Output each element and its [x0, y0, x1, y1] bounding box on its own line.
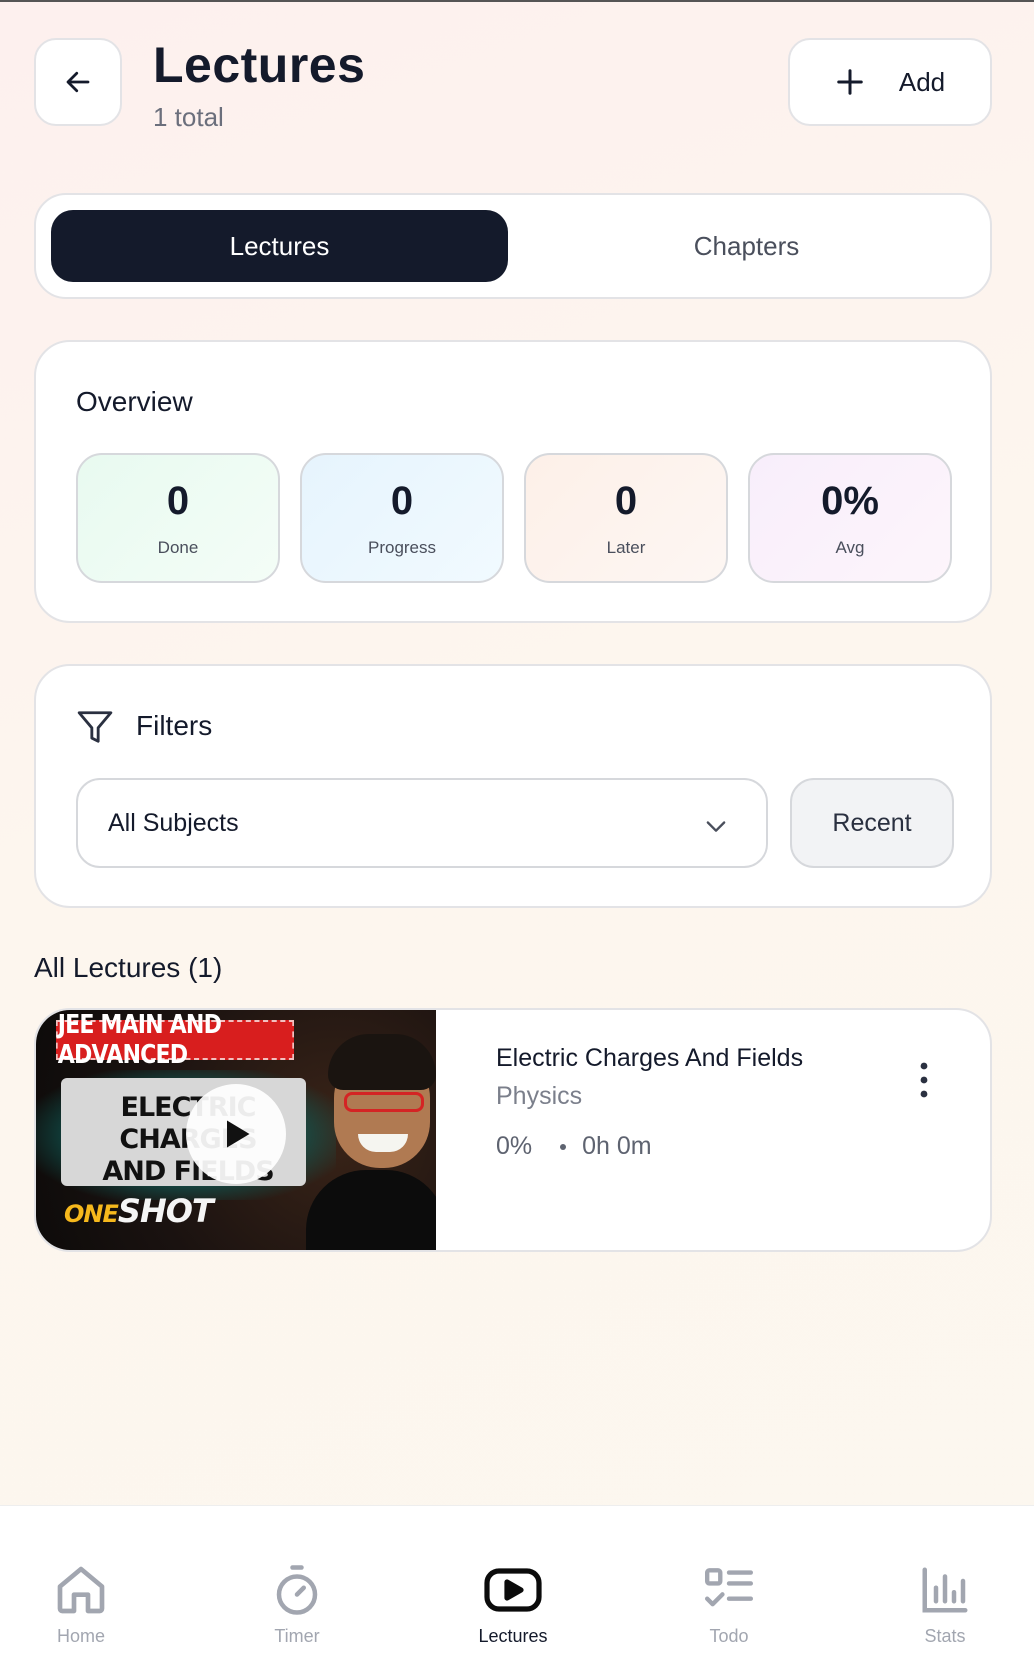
back-button[interactable]	[34, 38, 122, 126]
arrow-left-icon	[66, 71, 90, 93]
lecture-meta: 0% 0h 0m	[496, 1132, 652, 1161]
stat-label: Avg	[835, 538, 865, 557]
view-switcher: Lectures Chapters	[34, 193, 992, 299]
thumbnail-banner: JEE MAIN AND ADVANCED	[56, 1010, 294, 1070]
presenter-hair	[328, 1034, 436, 1090]
stat-label: Progress	[367, 538, 437, 557]
lecture-subject: Physics	[496, 1082, 583, 1110]
lecture-thumbnail[interactable]: JEE MAIN AND ADVANCED ELECTRIC CHARGES A…	[36, 1010, 436, 1250]
nav-lectures-label: Lectures	[478, 1626, 548, 1646]
nav-timer-label: Timer	[274, 1626, 320, 1646]
tag-one: ONE	[64, 1200, 119, 1228]
nav-todo[interactable]: Todo	[649, 1506, 809, 1675]
stat-progress: 0 Progress	[300, 453, 504, 583]
stat-later: 0 Later	[524, 453, 728, 583]
nav-stats[interactable]: Stats	[865, 1506, 1025, 1675]
play-video-icon	[484, 1568, 542, 1612]
add-button-label: Add	[898, 66, 946, 97]
stat-avg: 0% Avg	[748, 453, 952, 583]
add-button[interactable]: Add	[788, 38, 992, 126]
play-icon	[227, 1120, 250, 1148]
play-button[interactable]	[186, 1084, 286, 1184]
lecture-title: Electric Charges And Fields	[496, 1044, 804, 1072]
lecture-card[interactable]: JEE MAIN AND ADVANCED ELECTRIC CHARGES A…	[34, 1008, 992, 1252]
more-vertical-icon[interactable]	[916, 1060, 932, 1100]
stat-value: 0	[390, 479, 414, 523]
nav-lectures[interactable]: Lectures	[433, 1506, 593, 1675]
filters-title: Filters	[136, 710, 213, 741]
plus-icon	[837, 69, 863, 95]
page-title: Lectures	[153, 37, 366, 93]
nav-stats-label: Stats	[924, 1626, 966, 1646]
tag-shot: SHOT	[117, 1192, 214, 1230]
nav-timer[interactable]: Timer	[217, 1506, 377, 1675]
chevron-down-icon	[706, 821, 726, 832]
presenter-glasses	[344, 1092, 424, 1112]
timer-icon	[276, 1565, 318, 1615]
stat-value: 0	[614, 479, 638, 523]
stat-label: Done	[157, 538, 199, 557]
filters-card: Filters All Subjects Recent	[34, 664, 992, 908]
sort-recent-button[interactable]: Recent	[790, 778, 954, 868]
bottom-nav: Home Timer Lectures Todo Stats	[0, 1505, 1034, 1675]
nav-home[interactable]: Home	[1, 1506, 161, 1675]
checklist-icon	[705, 1568, 753, 1607]
subject-select-value: All Subjects	[108, 808, 239, 837]
lecture-progress: 0%	[496, 1132, 533, 1160]
nav-todo-label: Todo	[709, 1626, 749, 1646]
stat-value: 0%	[821, 479, 879, 523]
page-subtitle: 1 total	[153, 102, 224, 132]
separator-dot	[560, 1143, 567, 1150]
filter-icon	[77, 711, 113, 743]
stat-label: Later	[606, 538, 646, 557]
overview-title: Overview	[76, 386, 193, 417]
home-icon	[57, 1566, 105, 1614]
tab-chapters[interactable]: Chapters	[518, 210, 975, 282]
bar-chart-icon	[922, 1567, 968, 1613]
stat-value: 0	[166, 479, 190, 523]
nav-home-label: Home	[56, 1626, 105, 1646]
lecture-duration: 0h 0m	[582, 1132, 652, 1160]
subject-select[interactable]: All Subjects	[76, 778, 768, 868]
all-lectures-heading: All Lectures (1)	[34, 952, 223, 983]
overview-card: Overview 0 Done 0 Progress 0 Later 0% Av…	[34, 340, 992, 623]
thumbnail-tag: ONESHOT	[64, 1192, 214, 1230]
top-border	[0, 0, 1034, 2]
tab-lectures[interactable]: Lectures	[51, 210, 508, 282]
stat-done: 0 Done	[76, 453, 280, 583]
